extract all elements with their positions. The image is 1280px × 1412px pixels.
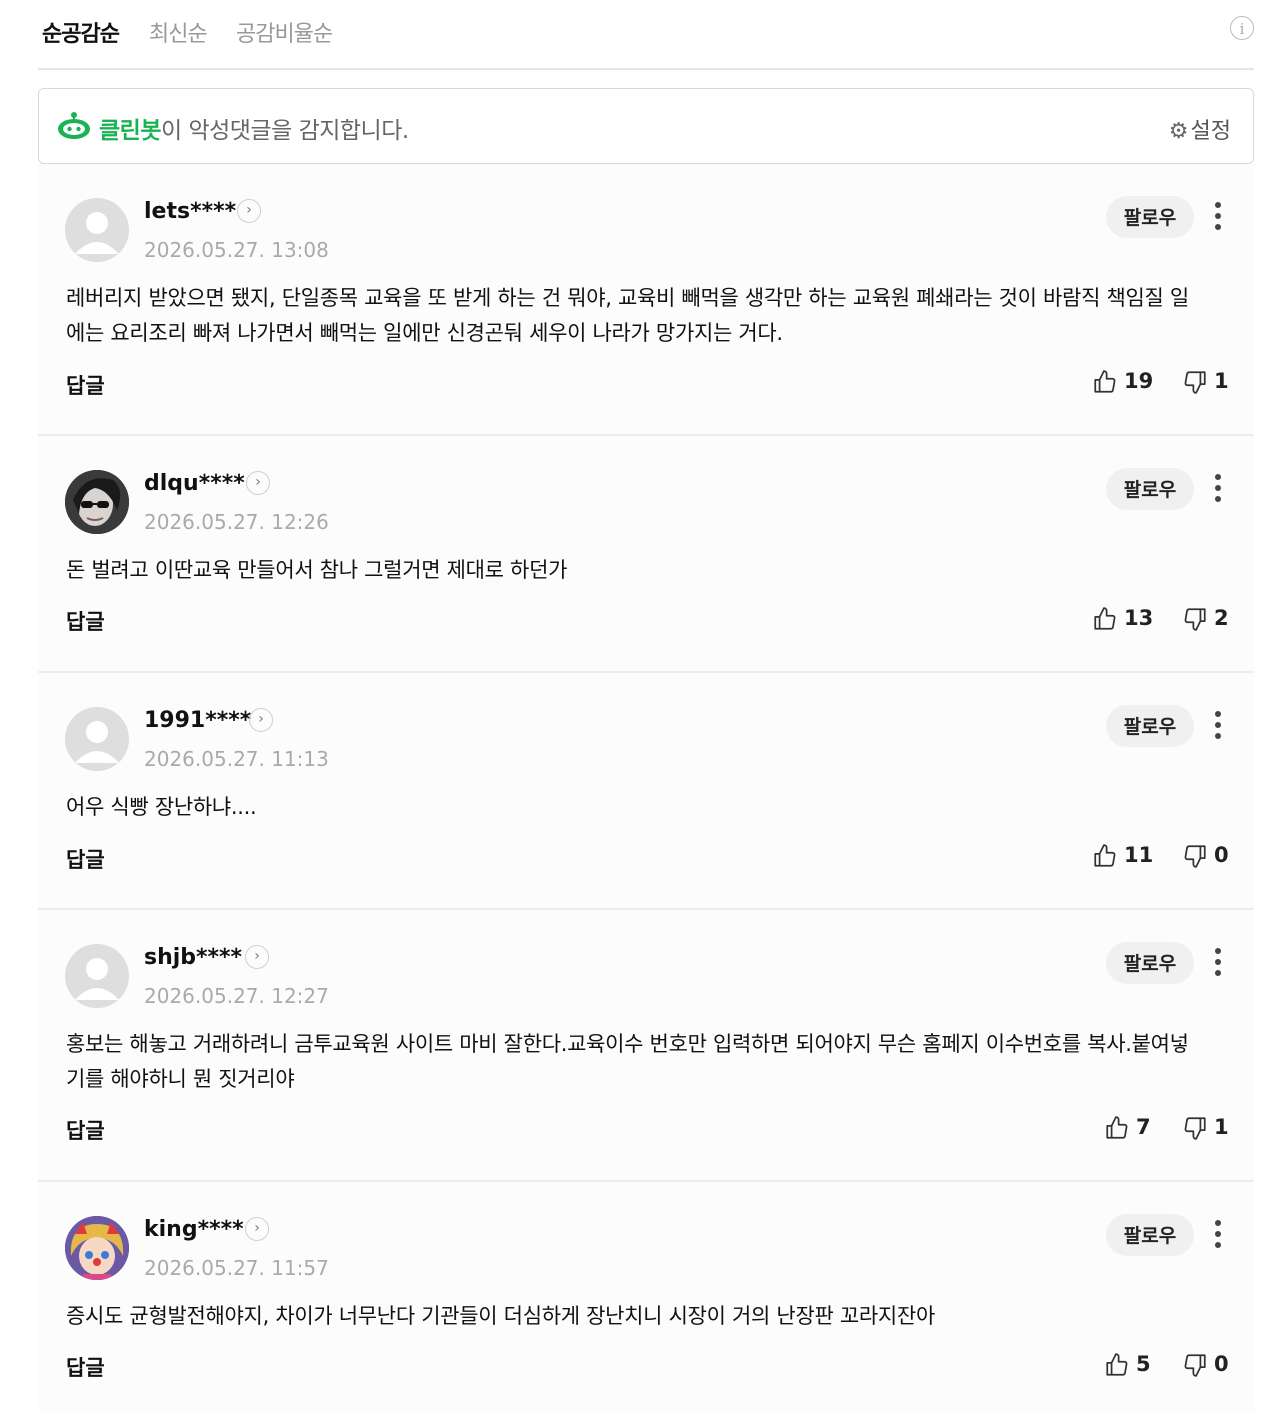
thumbs-up-icon: [1106, 1116, 1128, 1139]
default-avatar-icon: [65, 944, 129, 1008]
comment-item: dlqu**** › 2026.05.27. 12:26 팔로우 돈 벌려고 이…: [38, 436, 1254, 673]
sort-bar: 순공감순 최신순 공감비율순 i: [38, 0, 1254, 70]
chevron-right-icon[interactable]: ›: [245, 1217, 269, 1241]
dislike-count: 2: [1214, 606, 1229, 630]
thumbs-down-icon: [1184, 371, 1206, 394]
comment-text: 레버리지 받았으면 됐지, 단일종목 교육을 또 받게 하는 건 뭐야, 교육비…: [66, 286, 1189, 345]
cleanbot-banner: 클린봇이 악성댓글을 감지합니다. ⚙설정: [38, 88, 1254, 164]
avatar[interactable]: [65, 198, 129, 262]
dislike-button[interactable]: 0: [1182, 1352, 1229, 1378]
gear-icon: ⚙: [1168, 119, 1189, 144]
comment-username[interactable]: shjb****: [144, 945, 242, 970]
comment-section: 순공감순 최신순 공감비율순 i 클린봇이 악성댓글을 감지합니다. ⚙설정 l…: [38, 0, 1254, 1412]
dislike-count: 1: [1214, 369, 1229, 393]
like-count: 7: [1136, 1115, 1151, 1139]
comment-date: 2026.05.27. 12:26: [144, 510, 329, 534]
avatar[interactable]: [65, 944, 129, 1008]
dislike-button[interactable]: 1: [1182, 1115, 1229, 1141]
dislike-count: 0: [1214, 1352, 1229, 1376]
like-button[interactable]: 7: [1104, 1115, 1151, 1141]
dislike-button[interactable]: 1: [1182, 369, 1229, 395]
comment-text: 돈 벌려고 이딴교육 만들어서 참나 그럴거면 제대로 하던가: [66, 558, 568, 582]
cleanbot-brand: 클린봇: [99, 118, 161, 144]
comment-username[interactable]: dlqu****: [144, 471, 245, 496]
comment-username[interactable]: lets****: [144, 199, 236, 224]
like-button[interactable]: 19: [1092, 369, 1153, 395]
comment-item: shjb**** › 2026.05.27. 12:27 팔로우 홍보는 해놓고…: [38, 910, 1254, 1182]
sort-tab-latest[interactable]: 최신순: [149, 16, 208, 48]
avatar[interactable]: [65, 1216, 129, 1280]
thumbs-up-icon: [1106, 1353, 1128, 1376]
comment-date: 2026.05.27. 11:57: [144, 1256, 329, 1280]
chevron-right-icon[interactable]: ›: [245, 945, 269, 969]
thumbs-up-icon: [1094, 607, 1116, 630]
default-avatar-icon: [65, 707, 129, 771]
like-button[interactable]: 5: [1104, 1352, 1151, 1378]
sort-tab-recommended[interactable]: 순공감순: [42, 16, 120, 48]
like-count: 19: [1124, 369, 1154, 393]
follow-button[interactable]: 팔로우: [1106, 1214, 1194, 1256]
comment-text: 어우 식빵 장난하냐....: [66, 795, 257, 819]
more-options-icon[interactable]: [1212, 202, 1224, 234]
reply-button[interactable]: 답글: [66, 1352, 105, 1382]
follow-button[interactable]: 팔로우: [1106, 196, 1194, 238]
like-count: 13: [1124, 606, 1154, 630]
avatar[interactable]: [65, 470, 129, 534]
reply-button[interactable]: 답글: [66, 844, 105, 874]
reply-button[interactable]: 답글: [66, 606, 105, 636]
more-options-icon[interactable]: [1212, 711, 1224, 743]
profile-photo-icon: [65, 470, 129, 534]
comment-username[interactable]: king****: [144, 1217, 244, 1242]
chevron-right-icon[interactable]: ›: [249, 708, 273, 732]
comment-item: 1991**** › 2026.05.27. 11:13 팔로우 어우 식빵 장…: [38, 673, 1254, 910]
more-options-icon[interactable]: [1212, 1220, 1224, 1252]
like-count: 5: [1136, 1352, 1151, 1376]
more-options-icon[interactable]: [1212, 474, 1224, 506]
cleanbot-message-text: 이 악성댓글을 감지합니다.: [160, 118, 409, 144]
default-avatar-icon: [65, 198, 129, 262]
cleanbot-settings-button[interactable]: ⚙설정: [1169, 113, 1231, 145]
follow-button[interactable]: 팔로우: [1106, 468, 1194, 510]
like-button[interactable]: 13: [1092, 606, 1153, 632]
thumbs-up-icon: [1094, 370, 1116, 393]
dislike-count: 0: [1214, 843, 1229, 867]
comment-date: 2026.05.27. 11:13: [144, 747, 329, 771]
chevron-right-icon[interactable]: ›: [237, 199, 261, 223]
avatar[interactable]: [65, 707, 129, 771]
comment-date: 2026.05.27. 13:08: [144, 238, 329, 262]
thumbs-down-icon: [1184, 1117, 1206, 1140]
more-options-icon[interactable]: [1212, 948, 1224, 980]
chevron-right-icon[interactable]: ›: [246, 471, 270, 495]
comment-list: lets**** › 2026.05.27. 13:08 팔로우 레버리지 받았…: [38, 164, 1254, 1412]
dislike-button[interactable]: 0: [1182, 843, 1229, 869]
settings-label: 설정: [1190, 119, 1231, 144]
reply-button[interactable]: 답글: [66, 1115, 105, 1145]
dislike-button[interactable]: 2: [1182, 606, 1229, 632]
comment-username[interactable]: 1991****: [144, 708, 251, 733]
thumbs-down-icon: [1184, 845, 1206, 868]
cleanbot-robot-icon: [58, 112, 90, 139]
like-count: 11: [1124, 843, 1154, 867]
cartoon-avatar-icon: [65, 1216, 129, 1280]
comment-item: lets**** › 2026.05.27. 13:08 팔로우 레버리지 받았…: [38, 164, 1254, 436]
follow-button[interactable]: 팔로우: [1106, 705, 1194, 747]
thumbs-up-icon: [1094, 844, 1116, 867]
comment-text: 증시도 균형발전해야지, 차이가 너무난다 기관들이 더심하게 장난치니 시장이…: [66, 1304, 935, 1328]
thumbs-down-icon: [1184, 1354, 1206, 1377]
thumbs-down-icon: [1184, 608, 1206, 631]
info-icon[interactable]: i: [1230, 16, 1254, 40]
sort-tab-ratio[interactable]: 공감비율순: [236, 16, 333, 48]
comment-date: 2026.05.27. 12:27: [144, 984, 329, 1008]
follow-button[interactable]: 팔로우: [1106, 942, 1194, 984]
reply-button[interactable]: 답글: [66, 370, 105, 400]
like-button[interactable]: 11: [1092, 843, 1153, 869]
comment-text: 홍보는 해놓고 거래하려니 금투교육원 사이트 마비 잘한다.교육이수 번호만 …: [66, 1032, 1189, 1091]
comment-item: king**** › 2026.05.27. 11:57 팔로우 증시도 균형발…: [38, 1182, 1254, 1412]
cleanbot-message: 클린봇이 악성댓글을 감지합니다.: [99, 111, 409, 145]
dislike-count: 1: [1214, 1115, 1229, 1139]
